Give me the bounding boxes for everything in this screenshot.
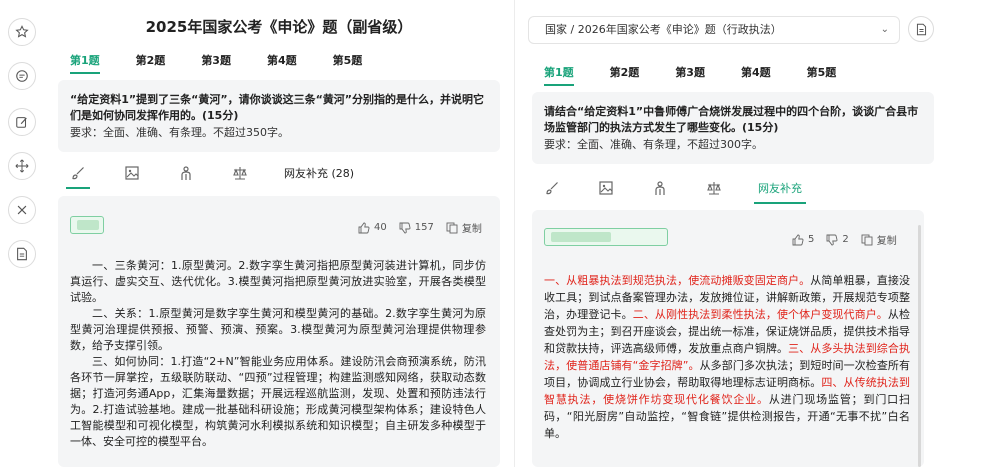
thumbs-down-icon bbox=[826, 234, 838, 245]
comment-icon bbox=[16, 70, 28, 82]
copy-icon bbox=[861, 234, 873, 245]
image-icon bbox=[125, 166, 139, 180]
right-pane: 国家 / 2026年国家公考《申论》题（行政执法） ⌄ 第1题 第2题 第3题 … bbox=[528, 0, 941, 467]
answer-stats: 5 2 复制 bbox=[792, 232, 897, 247]
page-title: 2025年国家公考《申论》题（副省级） bbox=[145, 18, 413, 36]
tool-person[interactable] bbox=[178, 163, 194, 183]
document-button-right[interactable] bbox=[908, 16, 934, 42]
answer-toolbar-right: 网友补充 bbox=[544, 178, 806, 204]
thumbs-up-icon bbox=[792, 234, 804, 245]
document-button[interactable] bbox=[8, 240, 36, 268]
tool-scale[interactable] bbox=[706, 178, 722, 198]
like-button[interactable]: 5 bbox=[792, 234, 814, 246]
answer-stats: 40 157 复制 bbox=[358, 220, 482, 235]
answer-paragraph: 三、如何协同：1.打造“2+N”智能业务应用体系。建设防汛会商预演系统，防汛各环… bbox=[70, 355, 486, 448]
favorite-button[interactable] bbox=[8, 18, 36, 46]
tab-question-3[interactable]: 第3题 bbox=[675, 64, 705, 86]
tool-brush[interactable] bbox=[544, 178, 560, 198]
avatar bbox=[544, 228, 668, 246]
brush-icon bbox=[546, 182, 558, 195]
avatar bbox=[70, 216, 104, 234]
scrollbar[interactable] bbox=[918, 225, 921, 467]
breadcrumb-select[interactable]: 国家 / 2026年国家公考《申论》题（行政执法） ⌄ bbox=[528, 16, 900, 44]
tab-question-5[interactable]: 第5题 bbox=[333, 52, 363, 74]
answer-text: 一、从粗暴执法到规范执法，使流动摊贩变固定商户。从简单粗暴，直接没收工具；到试点… bbox=[544, 272, 910, 442]
thumbs-down-icon bbox=[399, 222, 411, 233]
tab-question-4[interactable]: 第4题 bbox=[267, 52, 297, 74]
dislike-button[interactable]: 2 bbox=[826, 234, 849, 246]
scale-icon bbox=[233, 167, 247, 180]
document-icon bbox=[916, 23, 926, 35]
brush-icon bbox=[72, 167, 84, 180]
question-text: “给定资料1”提到了三条“黄河”，请你谈谈这三条“黄河”分别指的是什么，并说明它… bbox=[70, 93, 485, 122]
answer-point-heading: 一、从粗暴执法到规范执法，使流动摊贩变固定商户。 bbox=[544, 274, 811, 287]
tab-question-3[interactable]: 第3题 bbox=[201, 52, 231, 74]
question-text: 请结合“给定资料1”中鲁师傅广合烧饼发展过程中的四个台阶，谈谈广合县市场监管部门… bbox=[544, 105, 919, 134]
answer-card-right: 5 2 复制 一、从粗暴执法到规范执法，使流动摊贩变固定商户。从简单粗暴，直接没… bbox=[532, 210, 924, 467]
answer-card: 40 157 复制 一、三条黄河：1.原型黄河。2.数字孪生黄河指把原型黄河装进… bbox=[58, 196, 500, 467]
edit-button[interactable] bbox=[8, 108, 36, 136]
tool-image[interactable] bbox=[598, 178, 614, 198]
left-pane: 2025年国家公考《申论》题（副省级） 第1题 第2题 第3题 第4题 第5题 … bbox=[58, 0, 500, 467]
dislike-count: 157 bbox=[414, 222, 434, 233]
scale-icon bbox=[707, 182, 721, 195]
comment-button[interactable] bbox=[8, 62, 36, 90]
question-box: “给定资料1”提到了三条“黄河”，请你谈谈这三条“黄河”分别指的是什么，并说明它… bbox=[58, 80, 500, 152]
star-icon bbox=[15, 25, 29, 38]
close-button[interactable] bbox=[8, 196, 36, 224]
tab-question-4[interactable]: 第4题 bbox=[741, 64, 771, 86]
dislike-count: 2 bbox=[842, 234, 849, 245]
edit-icon bbox=[16, 117, 27, 128]
copy-button[interactable]: 复制 bbox=[861, 232, 897, 247]
copy-button[interactable]: 复制 bbox=[446, 220, 482, 235]
tool-scale[interactable] bbox=[232, 163, 248, 183]
tab-question-1[interactable]: 第1题 bbox=[70, 52, 100, 74]
question-box-right: 请结合“给定资料1”中鲁师傅广合烧饼发展过程中的四个台阶，谈谈广合县市场监管部门… bbox=[532, 92, 934, 164]
question-tabs: 第1题 第2题 第3题 第4题 第5题 bbox=[70, 52, 362, 74]
answer-toolbar: 网友补充 (28) bbox=[66, 163, 354, 189]
breadcrumb: 国家 / 2026年国家公考《申论》题（行政执法） bbox=[545, 23, 782, 36]
dislike-button[interactable]: 157 bbox=[399, 222, 434, 234]
answer-paragraph: 二、关系：1.原型黄河是数字孪生黄河和模型黄河的基础。2.数字孪生黄河为原型黄河… bbox=[70, 307, 486, 352]
like-count: 40 bbox=[374, 222, 387, 233]
move-button[interactable] bbox=[8, 152, 36, 180]
person-icon bbox=[181, 166, 191, 180]
tool-image[interactable] bbox=[124, 163, 140, 183]
copy-label: 复制 bbox=[461, 224, 482, 235]
move-icon bbox=[15, 159, 29, 173]
copy-icon bbox=[446, 222, 458, 233]
pane-divider bbox=[514, 0, 515, 467]
tab-netizen-supplement[interactable]: 网友补充 bbox=[754, 178, 806, 204]
answer-paragraph: 一、三条黄河：1.原型黄河。2.数字孪生黄河指把原型黄河装进计算机，同步仿真运行… bbox=[70, 259, 486, 304]
tab-question-2[interactable]: 第2题 bbox=[136, 52, 166, 74]
thumbs-up-icon bbox=[358, 222, 370, 233]
image-icon bbox=[599, 181, 613, 195]
tool-brush[interactable] bbox=[66, 163, 90, 189]
left-sidebar bbox=[0, 0, 44, 467]
question-requirement: 要求：全面、准确、有条理。不超过350字。 bbox=[70, 126, 289, 139]
like-count: 5 bbox=[808, 234, 815, 245]
close-icon bbox=[17, 205, 27, 215]
tab-question-2[interactable]: 第2题 bbox=[610, 64, 640, 86]
answer-text: 一、三条黄河：1.原型黄河。2.数字孪生黄河指把原型黄河装进计算机，同步仿真运行… bbox=[70, 258, 486, 450]
tool-person[interactable] bbox=[652, 178, 668, 198]
tab-question-5[interactable]: 第5题 bbox=[807, 64, 837, 86]
question-requirement: 要求：全面、准确、有条理，不超过300字。 bbox=[544, 138, 763, 151]
like-button[interactable]: 40 bbox=[358, 222, 387, 234]
answer-point-heading: 二、从刚性执法到柔性执法，使个体户变现代商户。 bbox=[632, 308, 888, 321]
tab-netizen-supplement[interactable]: 网友补充 (28) bbox=[284, 163, 354, 183]
tab-question-1[interactable]: 第1题 bbox=[544, 64, 574, 86]
copy-label: 复制 bbox=[876, 236, 897, 247]
chevron-down-icon: ⌄ bbox=[880, 24, 889, 35]
document-icon bbox=[17, 247, 27, 261]
question-tabs-right: 第1题 第2题 第3题 第4题 第5题 bbox=[544, 64, 836, 86]
person-icon bbox=[655, 181, 665, 195]
